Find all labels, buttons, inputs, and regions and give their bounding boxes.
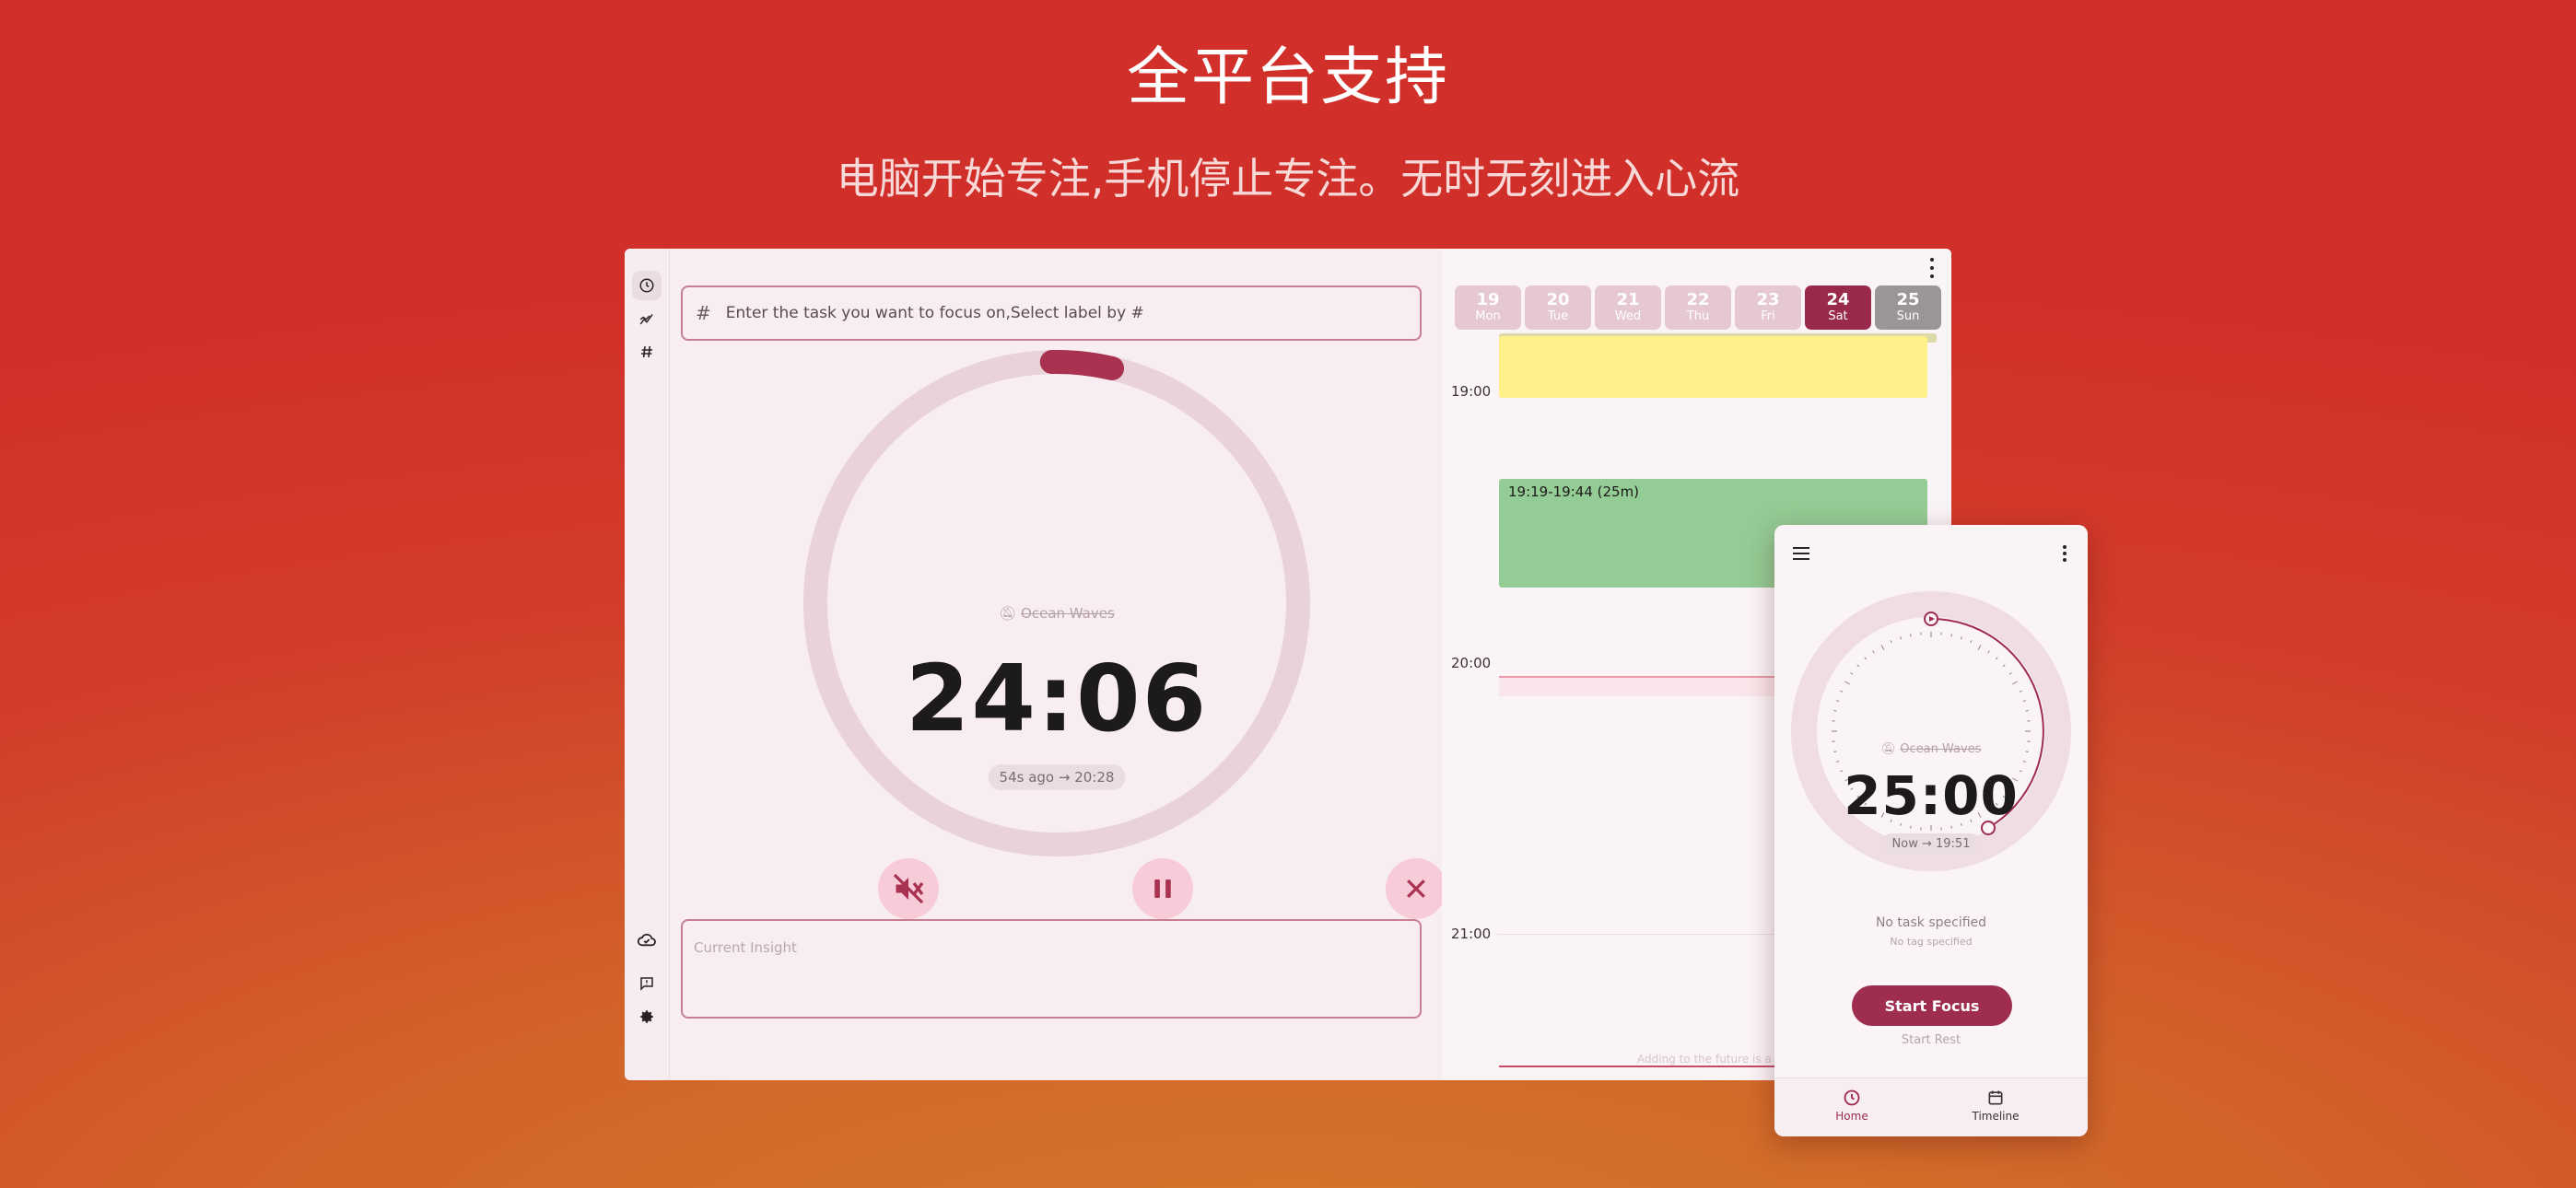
feedback-icon	[640, 977, 653, 991]
future-hint: Adding to the future is a	[1637, 1053, 1772, 1066]
cloud-icon	[637, 933, 656, 947]
hour-label: 21:00	[1451, 926, 1492, 942]
day-tab-selected[interactable]: 24 Sat	[1805, 285, 1871, 330]
task-input-placeholder: Enter the task you want to focus on,Sele…	[725, 304, 1144, 322]
hour-label: 19:00	[1451, 383, 1492, 400]
phone-timer-ring: 🔕︎ Ocean Waves 25:00 Now → 19:51	[1791, 591, 2071, 871]
timer-ring-progress	[1039, 350, 1125, 380]
day-tab[interactable]: 19 Mon	[1455, 285, 1521, 330]
phone-screen: 🔕︎ Ocean Waves 25:00 Now → 19:51 No task…	[1774, 525, 2088, 1136]
music-off-icon: 🔕︎	[1880, 742, 1897, 756]
stop-button[interactable]	[1386, 858, 1446, 919]
nav-tab-timeline[interactable]: Timeline	[1950, 1086, 2042, 1123]
more-icon[interactable]	[1924, 258, 1940, 278]
sidebar-rail	[625, 249, 670, 1080]
desktop-window: # Enter the task you want to focus on,Se…	[625, 249, 1951, 1080]
dial-tick	[1950, 634, 1952, 637]
start-focus-button[interactable]: Start Focus	[1852, 985, 2012, 1026]
day-selector: 19 Mon 20 Tue 21 Wed 22 Thu 23 Fri 24 Sat 25 Su…	[1455, 285, 1941, 330]
hash-icon: #	[696, 302, 711, 324]
focus-pane: # Enter the task you want to focus on,Se…	[670, 249, 1446, 1080]
pause-button[interactable]	[1132, 858, 1193, 919]
task-input[interactable]: # Enter the task you want to focus on,Se…	[681, 285, 1422, 341]
gear-icon	[640, 1010, 653, 1023]
day-tab[interactable]: 23 Fri	[1735, 285, 1801, 330]
menu-icon[interactable]	[1793, 547, 1809, 560]
insight-input[interactable]: Current Insight	[681, 919, 1422, 1019]
sidebar-item-settings[interactable]	[632, 1002, 662, 1031]
hash-icon	[641, 345, 652, 358]
timeline-event-yellow[interactable]	[1499, 336, 1927, 398]
hero-subtitle: 电脑开始专注,手机停止专注。无时无刻进入心流	[836, 154, 1740, 204]
calendar-icon	[1988, 1090, 2003, 1105]
day-tab[interactable]: 20 Tue	[1525, 285, 1591, 330]
nav-tab-home[interactable]: Home	[1806, 1086, 1898, 1123]
day-tab[interactable]: 21 Wed	[1595, 285, 1661, 330]
sidebar-item-tags[interactable]	[632, 337, 662, 367]
insight-placeholder: Current Insight	[694, 939, 797, 956]
no-tag-label[interactable]: No tag specified	[1774, 936, 2088, 948]
close-icon	[1407, 879, 1425, 898]
nav-label-timeline: Timeline	[1972, 1110, 2020, 1123]
event-label: 19:19-19:44 (25m)	[1508, 483, 1640, 500]
more-icon[interactable]	[2062, 545, 2067, 562]
pause-icon	[1154, 879, 1171, 898]
day-tab[interactable]: 22 Thu	[1665, 285, 1731, 330]
dial-tick	[2025, 710, 2029, 712]
timer-ring: 🔕︎ Ocean Waves 24:06 54s ago → 20:28	[799, 345, 1315, 861]
phone-timer-display: 25:00	[1844, 764, 2019, 827]
dial-tick	[1833, 710, 1837, 712]
hero-title: 全平台支持	[1126, 41, 1449, 114]
bottom-nav: Home Timeline	[1774, 1077, 2088, 1136]
phone-time-chip: Now → 19:51	[1880, 833, 1982, 855]
music-off-icon: 🔕︎	[999, 605, 1017, 622]
volume-off-icon	[893, 873, 924, 904]
dial-tick	[1910, 634, 1912, 637]
phone-sound-label[interactable]: 🔕︎ Ocean Waves	[1791, 742, 2071, 756]
mute-button[interactable]	[878, 858, 939, 919]
clock-icon	[1844, 1089, 1860, 1106]
time-chip: 54s ago → 20:28	[988, 764, 1126, 790]
sound-name: Ocean Waves	[1021, 605, 1115, 622]
sound-label[interactable]: 🔕︎ Ocean Waves	[799, 605, 1315, 622]
chart-icon	[639, 314, 653, 325]
day-tab[interactable]: 25 Sun	[1875, 285, 1941, 330]
timer-display: 24:06	[905, 645, 1209, 752]
nav-label-home: Home	[1835, 1110, 1868, 1123]
sidebar-item-feedback[interactable]	[632, 969, 662, 998]
phone-sound-name: Ocean Waves	[1900, 742, 1982, 756]
sidebar-item-timer[interactable]	[632, 271, 662, 300]
sidebar-item-sync[interactable]	[632, 925, 662, 954]
sidebar-item-stats[interactable]	[632, 304, 662, 333]
clock-icon	[639, 278, 654, 293]
start-rest-button[interactable]: Start Rest	[1774, 1033, 2088, 1047]
hour-label: 20:00	[1451, 655, 1492, 671]
no-task-label[interactable]: No task specified	[1774, 915, 2088, 930]
